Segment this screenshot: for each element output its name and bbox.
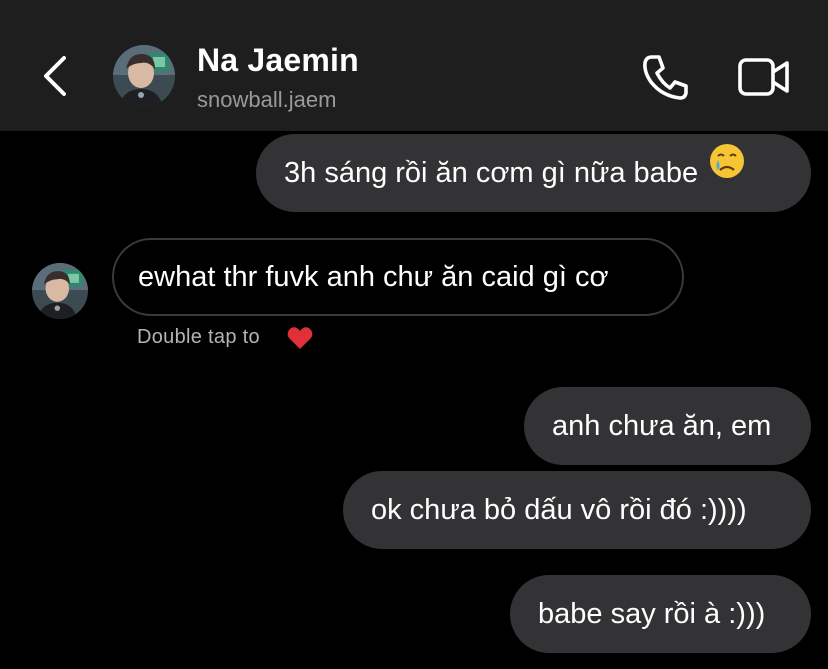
phone-icon — [643, 55, 688, 100]
message-bubble-outgoing[interactable]: babe say rồi à :))) — [510, 575, 811, 653]
crying-face-emoji — [708, 132, 746, 210]
avatar-image — [113, 45, 175, 107]
contact-name[interactable]: Na Jaemin — [197, 42, 359, 79]
sender-avatar[interactable] — [32, 263, 88, 319]
video-camera-icon — [738, 58, 789, 96]
message-bubble-outgoing[interactable]: ok chưa bỏ dấu vô rồi đó :)))) — [343, 471, 811, 549]
message-text: babe say rồi à :))) — [538, 598, 766, 630]
message-bubble-incoming[interactable]: ewhat thr fuvk anh chư ăn caid gì cơ — [112, 238, 684, 316]
message-bubble-outgoing[interactable]: 3h sáng rồi ăn cơm gì nữa babe — [256, 134, 811, 212]
contact-avatar[interactable] — [113, 45, 175, 107]
message-text: ewhat thr fuvk anh chư ăn caid gì cơ — [138, 261, 609, 293]
message-bubble-outgoing[interactable]: anh chưa ăn, em — [524, 387, 811, 465]
avatar-image — [32, 263, 88, 319]
red-heart-icon[interactable] — [286, 324, 314, 352]
audio-call-button[interactable] — [638, 52, 690, 102]
chevron-left-icon — [44, 56, 66, 96]
reaction-hint-text: Double tap to — [137, 326, 260, 348]
message-text: ok chưa bỏ dấu vô rồi đó :)))) — [371, 494, 747, 526]
back-button[interactable] — [38, 52, 78, 100]
message-text: 3h sáng rồi ăn cơm gì nữa babe — [284, 157, 699, 189]
chat-header: Na Jaemin snowball.jaem — [0, 0, 828, 131]
video-call-button[interactable] — [737, 55, 791, 99]
contact-handle: snowball.jaem — [197, 87, 337, 112]
message-text: anh chưa ăn, em — [552, 410, 772, 442]
